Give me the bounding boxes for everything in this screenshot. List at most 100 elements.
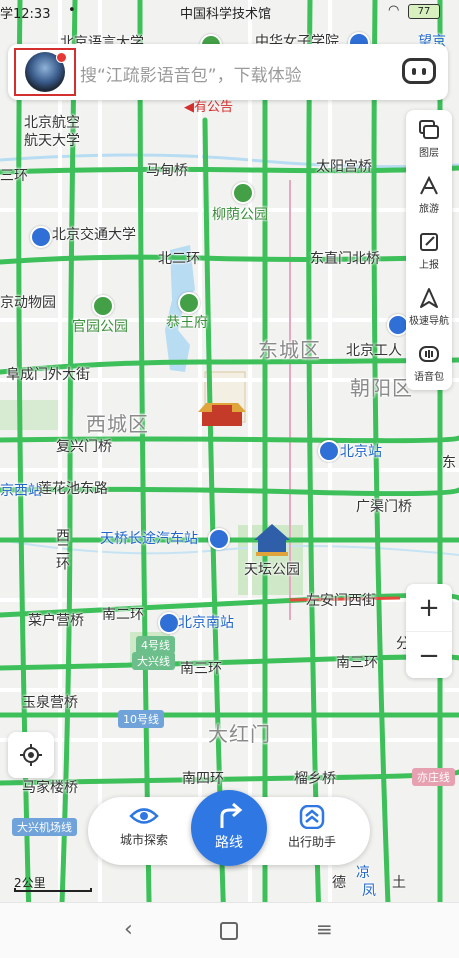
fast-navigation-label: 极速导航 <box>409 315 449 327</box>
user-avatar[interactable] <box>14 48 76 96</box>
station-marker-icon[interactable] <box>318 440 340 462</box>
map-label: 复兴门桥 <box>56 439 112 455</box>
map-label: 京动物园 <box>0 295 56 311</box>
metro-badge: 大兴线 <box>132 652 175 670</box>
voice-pack-icon <box>419 345 439 362</box>
wifi-icon: ◠ <box>388 3 400 18</box>
map-label: 南四环 <box>182 771 224 787</box>
layers-icon <box>419 119 439 139</box>
map-label: 西二环 <box>54 528 70 570</box>
map-label: 太阳宫桥 <box>316 159 372 175</box>
district-label: 朝阳区 <box>350 376 413 400</box>
park-area <box>0 400 60 430</box>
map-label: 北京工人 <box>346 343 402 359</box>
zoom-control: + − <box>406 584 452 678</box>
map-label: 马甸桥 <box>146 163 188 179</box>
travel-button[interactable]: 旅游 <box>406 166 452 222</box>
map-label: 左安门西街 <box>306 593 376 609</box>
travel-icon <box>420 175 438 194</box>
map-label: 东 <box>442 455 456 471</box>
search-bar[interactable]: 搜“江疏影语音包”，下载体验 <box>8 44 448 100</box>
battery-level: 77 <box>417 6 431 17</box>
zoom-in-button[interactable]: + <box>406 584 452 632</box>
park-marker-icon[interactable] <box>178 292 200 314</box>
map-label: 南三环 <box>336 655 378 671</box>
map-label: 阜成门外大街 <box>6 367 90 383</box>
tiananmen-icon <box>198 403 246 426</box>
city-explore-button[interactable]: 城市探索 <box>104 805 184 848</box>
back-icon[interactable]: ‹ <box>124 917 133 942</box>
map-label: 柳荫公园 <box>212 207 268 223</box>
map-label: 凤 <box>362 883 376 899</box>
road-san-huan-north <box>0 165 459 175</box>
locate-icon <box>20 744 42 766</box>
map-label: 南三环 <box>180 661 222 677</box>
map-label: 北京南站 <box>178 615 234 631</box>
locate-button[interactable] <box>8 732 54 778</box>
map-label: 广渠门桥 <box>356 499 412 515</box>
report-icon <box>420 232 438 251</box>
bus-marker-icon[interactable] <box>208 528 230 550</box>
map-scale-bar <box>14 888 92 892</box>
zoom-out-button[interactable]: − <box>406 632 452 679</box>
station-marker-icon[interactable] <box>158 612 180 634</box>
status-top-label: 中国科学技术馆 <box>180 7 272 22</box>
voice-pack-button[interactable]: 语音包 <box>406 334 452 390</box>
metro-badge: 大兴机场线 <box>12 818 77 836</box>
district-label: 大红门 <box>208 722 271 746</box>
travel-assistant-button[interactable]: 出行助手 <box>272 805 352 850</box>
map-label: 京西站 <box>0 483 42 499</box>
city-explore-label: 城市探索 <box>119 833 168 847</box>
announcement-badge[interactable]: ◀有公告 <box>184 96 233 115</box>
avatar-image <box>25 52 67 92</box>
travel-assistant-label: 出行助手 <box>287 835 336 849</box>
voice-assistant-icon[interactable] <box>402 58 436 84</box>
navigation-arrow-icon <box>420 287 438 308</box>
report-button[interactable]: 上报 <box>406 222 452 278</box>
map-label: 北京航空 <box>24 115 80 131</box>
map-tools-panel: 图层 旅游 上报 极速导航 语音包 <box>406 110 452 390</box>
map-label: 北京站 <box>340 444 382 460</box>
eye-icon <box>129 808 159 824</box>
map-label: 官园公园 <box>72 319 128 335</box>
map-label: 三环 <box>0 168 28 184</box>
route-arrow-icon <box>220 802 243 828</box>
park-marker-icon[interactable] <box>92 295 114 317</box>
layers-label: 图层 <box>419 147 439 159</box>
search-input[interactable]: 搜“江疏影语音包”，下载体验 <box>80 61 302 86</box>
route-button[interactable]: 路线 <box>191 790 267 866</box>
route-label: 路线 <box>215 835 243 851</box>
map-label: 北京交通大学 <box>52 227 136 243</box>
map-label: 北二环 <box>158 251 200 267</box>
map-label: 东直门北桥 <box>310 251 380 267</box>
layers-button[interactable]: 图层 <box>406 110 452 166</box>
metro-badge: 10号线 <box>118 710 164 728</box>
status-bar: 学12:33 • 中国科学技术馆 ◠ 77 <box>0 0 459 22</box>
map-label: 航天大学 <box>24 133 80 149</box>
map-label: 天桥长途汽车站 <box>100 531 198 547</box>
voice-pack-label: 语音包 <box>414 371 444 383</box>
home-icon[interactable] <box>220 922 238 940</box>
map-label: 玉泉营桥 <box>22 695 78 711</box>
map-label: 德 <box>332 875 346 891</box>
menu-icon[interactable]: ≡ <box>316 917 333 941</box>
district-label: 西城区 <box>86 412 149 436</box>
school-marker-icon[interactable] <box>30 226 52 248</box>
map-label: 菜户营桥 <box>28 613 84 629</box>
map-label: 天坛公园 <box>244 562 300 578</box>
map-label: 马家楼桥 <box>22 780 78 796</box>
map-label: 榴乡桥 <box>294 771 336 787</box>
fast-navigation-button[interactable]: 极速导航 <box>406 278 452 334</box>
map-label: 南二环 <box>102 607 144 623</box>
metro-badge: 亦庄线 <box>412 768 455 786</box>
battery-icon: 77 <box>408 4 440 19</box>
status-time: 学12:33 <box>0 7 51 22</box>
map-label: 凉 <box>356 865 370 881</box>
park-marker-icon[interactable] <box>232 182 254 204</box>
report-label: 上报 <box>419 259 439 271</box>
assistant-icon <box>299 805 325 829</box>
status-dots: • <box>68 3 76 18</box>
map-label: 土 <box>392 875 406 891</box>
map-label: 恭王府 <box>166 315 208 331</box>
notification-dot-icon <box>56 52 67 63</box>
